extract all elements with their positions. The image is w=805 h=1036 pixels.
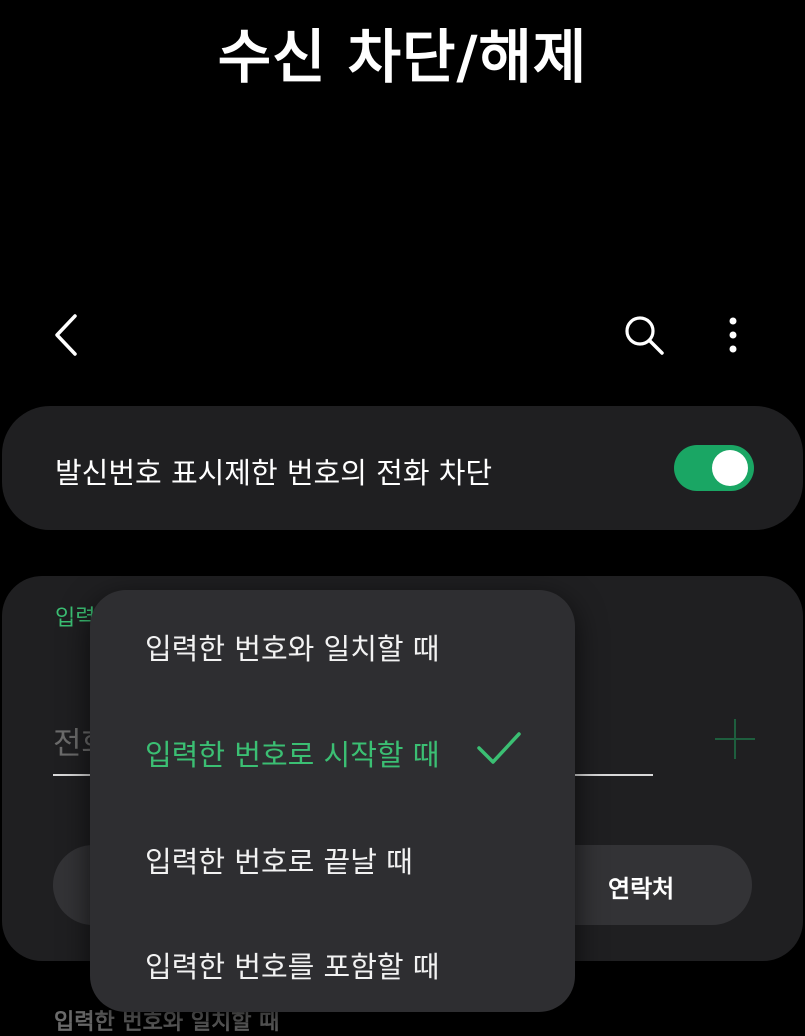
switch-thumb: [712, 450, 748, 486]
menu-item-label: 입력한 번호로 시작할 때: [145, 738, 440, 772]
menu-item-contains[interactable]: 입력한 번호를 포함할 때: [90, 910, 575, 1010]
search-icon: [625, 316, 664, 355]
menu-item-exact-match[interactable]: 입력한 번호와 일치할 때: [90, 592, 575, 692]
check-icon: [477, 732, 521, 764]
block-unknown-card[interactable]: 발신번호 표시제한 번호의 전화 차단: [2, 406, 803, 530]
condition-dropdown-menu: 입력한 번호와 일치할 때 입력한 번호로 시작할 때 입력한 번호로 끝날 때…: [90, 590, 575, 1012]
menu-item-ends-with[interactable]: 입력한 번호로 끝날 때: [90, 805, 575, 905]
menu-item-label: 입력한 번호를 포함할 때: [145, 950, 440, 984]
menu-item-label: 입력한 번호와 일치할 때: [145, 632, 440, 666]
add-number-button[interactable]: [712, 716, 758, 762]
back-button[interactable]: [44, 311, 92, 359]
block-unknown-switch[interactable]: [674, 445, 754, 491]
menu-item-label: 입력한 번호로 끝날 때: [145, 845, 413, 879]
page-title: 수신 차단/해제: [217, 23, 588, 91]
block-unknown-label: 발신번호 표시제한 번호의 전화 차단: [55, 456, 493, 490]
chevron-left-icon: [55, 314, 77, 356]
more-options-button[interactable]: [709, 311, 757, 359]
menu-item-starts-with[interactable]: 입력한 번호로 시작할 때: [90, 698, 575, 798]
more-vertical-icon: [729, 317, 737, 353]
search-button[interactable]: [620, 311, 668, 359]
contacts-label: 연락처: [608, 875, 675, 903]
